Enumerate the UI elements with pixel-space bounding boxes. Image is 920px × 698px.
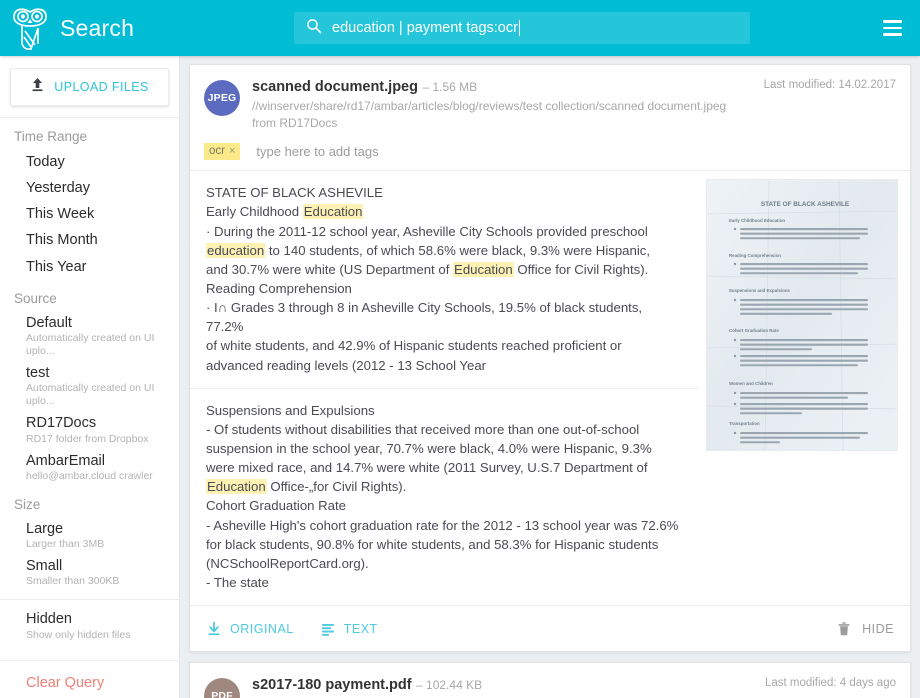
last-modified: Last modified: 14.02.2017: [763, 79, 896, 91]
sidebar-group-title-source: Source: [14, 290, 57, 306]
search-input[interactable]: education | payment tags:ocr: [294, 12, 750, 44]
svg-text:STATE OF BLACK ASHEVILE: STATE OF BLACK ASHEVILE: [761, 201, 850, 208]
top-app-bar: Search education | payment tags:ocr: [0, 0, 920, 56]
sidebar-item-today[interactable]: Today: [0, 149, 179, 175]
result-card: JPEG scanned document.jpeg – 1.56 MB //w…: [189, 64, 911, 653]
upload-files-label: UPLOAD FILES: [54, 80, 149, 94]
add-tag-input[interactable]: type here to add tags: [256, 144, 378, 159]
result-body: STATE OF BLACK ASHEVILE Early Childhood …: [190, 171, 910, 605]
filename[interactable]: scanned document.jpeg: [252, 79, 418, 95]
file-type-badge: JPEG: [204, 80, 240, 116]
result-card: PDF s2017-180 payment.pdf – 102.44 KB //…: [189, 662, 911, 698]
upload-arrow-icon: [30, 77, 45, 98]
sidebar-item-rd17docs[interactable]: RD17Docs RD17 folder from Dropbox: [0, 411, 179, 448]
sidebar-item-ambaremail[interactable]: AmbarEmail hello@ambar.cloud crawler: [0, 449, 179, 486]
sidebar-item-hidden[interactable]: Hidden Show only hidden files: [0, 600, 179, 651]
tag-chip-ocr[interactable]: ocr ×: [204, 143, 241, 161]
snippet: Suspensions and Expulsions - Of students…: [190, 387, 698, 605]
svg-text:Women and Children: Women and Children: [729, 381, 773, 386]
original-button[interactable]: ORIGINAL: [206, 621, 294, 637]
snippet: STATE OF BLACK ASHEVILE Early Childhood …: [206, 185, 651, 373]
result-header: JPEG scanned document.jpeg – 1.56 MB //w…: [190, 65, 910, 132]
owl-logo-icon: [8, 4, 52, 52]
sidebar-item-this-month[interactable]: This Month: [0, 227, 179, 253]
search-highlight: Education: [206, 479, 267, 495]
svg-text:Suspensions and Expulsions: Suspensions and Expulsions: [729, 288, 791, 293]
trash-icon: [836, 621, 852, 637]
sidebar-item-test[interactable]: test Automatically created on UI uplo...: [0, 361, 179, 411]
upload-zone: UPLOAD FILES: [0, 56, 179, 118]
page-body: UPLOAD FILES Time Range Today Yesterday …: [0, 56, 920, 698]
file-path: //winserver/share/rd17/ambar/articles/bl…: [252, 98, 727, 113]
search-input-value: education | payment tags:ocr: [332, 20, 518, 36]
svg-text:Early Childhood Education: Early Childhood Education: [729, 218, 785, 223]
download-icon: [206, 621, 222, 637]
search-highlight: education: [206, 242, 266, 258]
clear-query-link[interactable]: Clear Query: [0, 661, 179, 691]
search-highlight: Education: [302, 204, 364, 220]
svg-text:Reading Comprehension: Reading Comprehension: [729, 253, 781, 258]
sidebar-group-title-time-range: Time Range: [14, 129, 88, 144]
sidebar: UPLOAD FILES Time Range Today Yesterday …: [0, 56, 180, 698]
search-icon: [306, 18, 332, 39]
file-type-badge: PDF: [204, 678, 240, 698]
snippet-list: STATE OF BLACK ASHEVILE Early Childhood …: [190, 171, 698, 605]
scanned-page-preview: STATE OF BLACK ASHEVILE Early Childhood …: [707, 180, 897, 451]
file-source: from RD17Docs: [252, 115, 338, 130]
tag-remove-icon[interactable]: ×: [229, 145, 235, 157]
last-modified: Last modified: 4 days ago: [764, 677, 896, 690]
results-list: JPEG scanned document.jpeg – 1.56 MB //w…: [180, 56, 920, 698]
search-highlight: Education: [453, 261, 514, 277]
file-size: – 102.44 KB: [416, 678, 483, 693]
sidebar-group-title-size: Size: [14, 496, 41, 512]
hide-button[interactable]: HIDE: [836, 621, 894, 637]
tag-row: ocr × type here to add tags: [190, 132, 910, 172]
original-label: ORIGINAL: [230, 621, 294, 636]
sidebar-item-this-week[interactable]: This Week: [0, 201, 179, 227]
svg-text:Cohort Graduation Rate: Cohort Graduation Rate: [729, 328, 779, 333]
text-label: TEXT: [343, 621, 378, 636]
hamburger-menu-icon[interactable]: [864, 20, 920, 36]
sidebar-item-small[interactable]: Small Smaller than 300KB: [0, 554, 179, 591]
sidebar-item-large[interactable]: Large Larger than 3MB: [0, 517, 179, 554]
tag-label: ocr: [209, 145, 225, 158]
app-title: Search: [60, 14, 135, 41]
hide-label: HIDE: [862, 621, 894, 636]
svg-text:Transportation: Transportation: [729, 421, 760, 426]
search-area: education | payment tags:ocr: [180, 12, 864, 44]
file-size: – 1.56 MB: [422, 80, 478, 94]
app-root: Search education | payment tags:ocr UPLO…: [0, 0, 920, 698]
result-actions: ORIGINAL TEXT HIDE: [190, 605, 910, 651]
brand-area: Search: [0, 4, 180, 52]
thumbnail-column: STATE OF BLACK ASHEVILE Early Childhood …: [698, 171, 910, 605]
upload-files-button[interactable]: UPLOAD FILES: [10, 68, 169, 106]
text-caret: [518, 20, 520, 36]
result-header: PDF s2017-180 payment.pdf – 102.44 KB //…: [190, 663, 910, 698]
document-thumbnail[interactable]: STATE OF BLACK ASHEVILE Early Childhood …: [706, 179, 898, 452]
sidebar-item-default[interactable]: Default Automatically created on UI uplo…: [0, 311, 179, 361]
sidebar-item-this-year[interactable]: This Year: [0, 254, 179, 280]
text-button[interactable]: TEXT: [320, 621, 378, 637]
sidebar-item-yesterday[interactable]: Yesterday: [0, 175, 179, 201]
text-lines-icon: [320, 621, 336, 637]
filename[interactable]: s2017-180 payment.pdf: [252, 677, 412, 693]
